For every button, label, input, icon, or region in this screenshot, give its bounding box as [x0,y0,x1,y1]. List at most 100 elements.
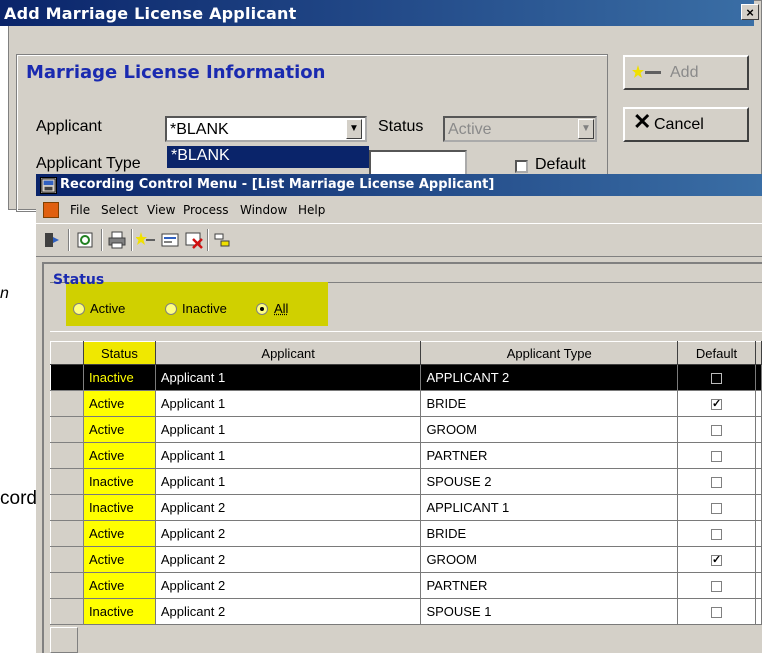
applicant-cell[interactable]: Applicant 1 [154,468,422,495]
row-selector[interactable] [50,546,84,573]
filler-cell [754,390,762,417]
applicant-cell[interactable]: Applicant 1 [154,390,422,417]
applicant-type-cell[interactable]: BRIDE [420,390,679,417]
table-row[interactable]: Active Applicant 1 GROOM [50,416,762,443]
menu-window[interactable]: Window [240,203,287,217]
row-selector[interactable] [50,598,84,625]
status-cell[interactable]: Inactive [82,494,156,521]
row-selector[interactable] [50,494,84,521]
table-row[interactable]: Inactive Applicant 2 APPLICANT 1 [50,494,762,521]
add-icon[interactable] [136,230,156,250]
default-checkbox[interactable] [515,160,528,173]
radio-active-label[interactable]: Active [90,301,125,316]
table-row[interactable]: Inactive Applicant 1 SPOUSE 2 [50,468,762,495]
status-cell[interactable]: Active [82,390,156,417]
radio-all[interactable] [256,303,268,315]
default-cell[interactable]: ✓ [677,390,756,417]
table-row[interactable]: Active Applicant 2 PARTNER [50,572,762,599]
default-checkbox[interactable] [711,607,722,619]
default-checkbox[interactable] [711,529,722,541]
default-checkbox[interactable]: ✓ [711,555,722,567]
delete-icon[interactable] [184,230,204,250]
applicant-cell[interactable]: Applicant 2 [154,598,422,625]
default-cell[interactable] [677,494,756,521]
print-icon[interactable] [107,230,127,250]
radio-inactive[interactable] [165,303,177,315]
status-cell[interactable]: Active [82,572,156,599]
status-cell[interactable]: Inactive [82,598,156,625]
default-checkbox[interactable] [711,373,722,385]
default-cell[interactable]: ✓ [677,546,756,573]
table-row[interactable]: Inactive Applicant 2 SPOUSE 1 [50,598,762,625]
default-checkbox[interactable] [711,503,722,515]
applicant-type-cell[interactable]: APPLICANT 1 [420,494,679,521]
column-header-applicant-type[interactable]: Applicant Type [420,341,679,365]
row-selector[interactable] [50,468,84,495]
table-row[interactable]: Inactive Applicant 1 APPLICANT 2 [50,364,762,391]
default-checkbox[interactable] [711,477,722,489]
exit-icon[interactable] [42,230,62,250]
applicant-cell[interactable]: Applicant 1 [154,364,422,391]
status-cell[interactable]: Active [82,546,156,573]
menu-process[interactable]: Process [183,203,229,217]
default-cell[interactable] [677,468,756,495]
status-cell[interactable]: Active [82,416,156,443]
sort-icon[interactable] [212,230,232,250]
applicant-cell[interactable]: Applicant 2 [154,520,422,547]
edit-icon[interactable] [160,230,180,250]
radio-active[interactable] [73,303,85,315]
default-checkbox[interactable] [711,451,722,463]
close-button[interactable]: × [741,4,759,20]
table-row[interactable]: Active Applicant 1 PARTNER [50,442,762,469]
chevron-down-icon[interactable]: ▼ [346,119,362,139]
applicant-type-cell[interactable]: PARTNER [420,442,679,469]
row-selector[interactable] [50,390,84,417]
default-cell[interactable] [677,364,756,391]
applicant-type-cell[interactable]: SPOUSE 2 [420,468,679,495]
applicant-cell[interactable]: Applicant 2 [154,494,422,521]
status-cell[interactable]: Active [82,442,156,469]
applicant-type-field[interactable] [369,150,467,176]
applicant-cell[interactable]: Applicant 2 [154,546,422,573]
column-header-applicant[interactable]: Applicant [154,341,422,365]
default-checkbox[interactable] [711,425,722,437]
row-selector[interactable] [50,520,84,547]
column-header-status[interactable]: Status [82,341,156,365]
default-cell[interactable] [677,520,756,547]
menu-file[interactable]: File [70,203,90,217]
default-cell[interactable] [677,572,756,599]
table-row[interactable]: Active Applicant 2 BRIDE [50,520,762,547]
applicant-type-cell[interactable]: SPOUSE 1 [420,598,679,625]
status-cell[interactable]: Active [82,520,156,547]
menu-view[interactable]: View [147,203,175,217]
column-header-default[interactable]: Default [677,341,756,365]
radio-inactive-label[interactable]: Inactive [182,301,227,316]
applicant-type-cell[interactable]: PARTNER [420,572,679,599]
radio-all-label[interactable]: All [274,301,288,316]
status-cell[interactable]: Inactive [82,468,156,495]
menu-select[interactable]: Select [101,203,138,217]
table-row[interactable]: Active Applicant 2 GROOM ✓ [50,546,762,573]
refresh-icon[interactable] [75,230,95,250]
row-selector[interactable] [50,442,84,469]
default-checkbox[interactable] [711,581,722,593]
default-cell[interactable] [677,598,756,625]
status-cell[interactable]: Inactive [82,364,156,391]
row-selector[interactable] [50,416,84,443]
default-cell[interactable] [677,442,756,469]
row-selector[interactable] [50,364,84,391]
applicant-cell[interactable]: Applicant 2 [154,572,422,599]
applicant-type-cell[interactable]: BRIDE [420,520,679,547]
applicant-type-cell[interactable]: GROOM [420,416,679,443]
applicant-cell[interactable]: Applicant 1 [154,442,422,469]
applicant-cell[interactable]: Applicant 1 [154,416,422,443]
applicant-type-cell[interactable]: APPLICANT 2 [420,364,679,391]
applicant-dropdown-item[interactable]: *BLANK [167,146,369,168]
table-row[interactable]: Active Applicant 1 BRIDE ✓ [50,390,762,417]
row-selector[interactable] [50,572,84,599]
default-cell[interactable] [677,416,756,443]
document-icon[interactable] [43,202,59,218]
menu-help[interactable]: Help [298,203,325,217]
default-checkbox[interactable]: ✓ [711,399,722,411]
applicant-type-cell[interactable]: GROOM [420,546,679,573]
